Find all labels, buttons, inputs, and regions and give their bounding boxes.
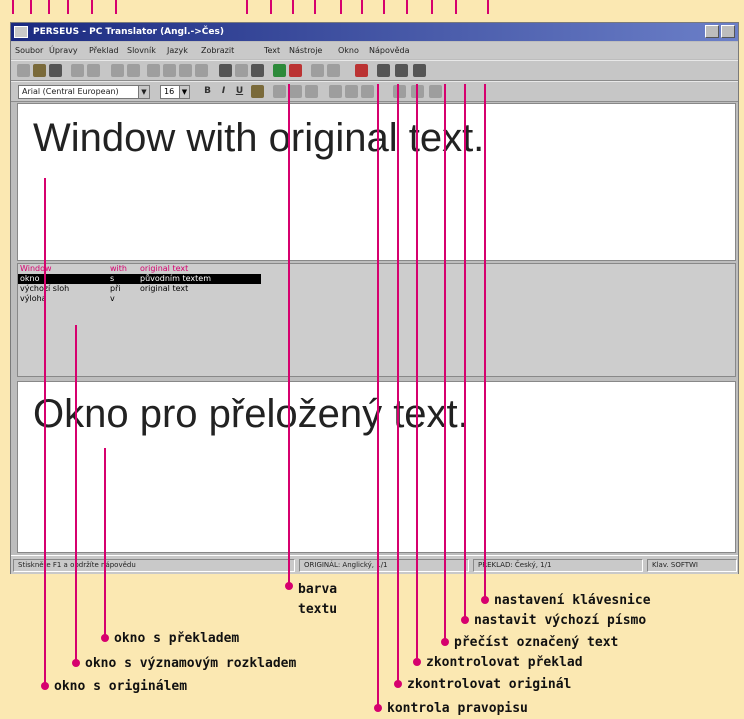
undo-icon[interactable] — [195, 64, 208, 77]
callout-spell-check: kontrola pravopisu — [387, 701, 528, 716]
keyboard-setup-icon[interactable] — [429, 85, 442, 98]
next-sentence-icon[interactable] — [251, 64, 264, 77]
menu-bar: Soubor Úpravy Překlad Slovník Jazyk Zobr… — [11, 42, 738, 59]
print-preview-icon[interactable] — [87, 64, 100, 77]
translated-text[interactable]: Okno pro přeložený text. — [33, 392, 469, 437]
menu-preklad[interactable]: Překlad — [89, 46, 119, 55]
user-dictionary-icon[interactable] — [289, 64, 302, 77]
callout-check-original: zkontrolovat originál — [407, 677, 572, 692]
maximize-button[interactable] — [721, 25, 735, 38]
dictionary-icon[interactable] — [273, 64, 286, 77]
callout-keyboard-setup: nastavení klávesnice — [494, 593, 651, 608]
language-swap-icon[interactable] — [355, 64, 368, 77]
home-icon[interactable] — [413, 64, 426, 77]
read-selected-icon[interactable] — [393, 85, 406, 98]
align-left-icon[interactable] — [273, 85, 286, 98]
menu-napoveda[interactable]: Nápověda — [369, 46, 410, 55]
cut-icon[interactable] — [111, 64, 124, 77]
chevron-down-icon[interactable]: ▼ — [179, 86, 189, 98]
menu-slovnik[interactable]: Slovník — [127, 46, 156, 55]
window-title: PERSEUS - PC Translator (Angl.->Čes) — [33, 27, 224, 37]
chevron-down-icon[interactable]: ▼ — [138, 86, 149, 98]
callout-text-color: barva textu — [298, 582, 338, 617]
check-original-icon[interactable] — [345, 85, 358, 98]
underline-icon[interactable]: U — [233, 85, 246, 98]
callout-translation-window: okno s překladem — [114, 631, 240, 646]
copy-icon[interactable] — [127, 64, 140, 77]
layout-icon[interactable] — [311, 64, 324, 77]
replace-icon[interactable] — [179, 64, 192, 77]
callout-meaning-window: okno s významovým rozkladem — [85, 656, 297, 671]
app-icon[interactable] — [14, 26, 28, 38]
print-icon[interactable] — [71, 64, 84, 77]
find-icon[interactable] — [163, 64, 176, 77]
font-size-value: 16 — [164, 87, 175, 96]
italic-icon[interactable]: I — [217, 85, 230, 98]
font-name-select[interactable]: Arial (Central European) ▼ — [18, 85, 150, 99]
menu-jazyk[interactable]: Jazyk — [167, 46, 188, 55]
translate-icon[interactable] — [219, 64, 232, 77]
dictionary-row[interactable]: okno s původním textem — [18, 274, 261, 284]
font-size-select[interactable]: 16 ▼ — [160, 85, 190, 99]
options-icon[interactable] — [327, 64, 340, 77]
spell-check-icon[interactable] — [329, 85, 342, 98]
callout-original-window: okno s originálem — [54, 679, 188, 694]
status-mode: Klav. SOFTWI — [647, 559, 737, 572]
status-bar: Stiskněte F1 a obdržíte nápovědu ORIGINÁ… — [11, 555, 738, 574]
save-file-icon[interactable] — [49, 64, 62, 77]
bold-icon[interactable]: B — [201, 85, 214, 98]
up-arrow-icon[interactable] — [377, 64, 390, 77]
text-color-icon[interactable] — [251, 85, 264, 98]
paste-icon[interactable] — [147, 64, 160, 77]
menu-soubor[interactable]: Soubor — [15, 46, 43, 55]
status-help: Stiskněte F1 a obdržíte nápovědu — [13, 559, 295, 572]
align-center-icon[interactable] — [289, 85, 302, 98]
title-bar[interactable]: PERSEUS - PC Translator (Angl.->Čes) — [11, 23, 738, 41]
callout-check-translation: zkontrolovat překlad — [426, 655, 583, 670]
minimize-button[interactable] — [705, 25, 719, 38]
menu-upravy[interactable]: Úpravy — [49, 46, 78, 55]
callout-default-font: nastavit výchozí písmo — [474, 613, 647, 628]
check-translation-icon[interactable] — [361, 85, 374, 98]
down-arrow-icon[interactable] — [395, 64, 408, 77]
menu-okno[interactable]: Okno — [338, 46, 359, 55]
callout-read-selected: přečíst označený text — [454, 635, 619, 650]
menu-zobrazit[interactable]: Zobrazit — [201, 46, 234, 55]
app-window: PERSEUS - PC Translator (Angl.->Čes) Sou… — [10, 22, 739, 574]
menu-nastroje[interactable]: Nástroje — [289, 46, 322, 55]
new-document-icon[interactable] — [17, 64, 30, 77]
status-translation: PŘEKLAD: Český, 1/1 — [473, 559, 643, 572]
formatting-toolbar: Arial (Central European) ▼ 16 ▼ B I U — [11, 81, 738, 102]
translate-sentence-icon[interactable] — [235, 64, 248, 77]
open-file-icon[interactable] — [33, 64, 46, 77]
standard-toolbar — [11, 60, 738, 81]
font-name-value: Arial (Central European) — [22, 87, 119, 96]
menu-text[interactable]: Text — [264, 46, 280, 55]
align-right-icon[interactable] — [305, 85, 318, 98]
